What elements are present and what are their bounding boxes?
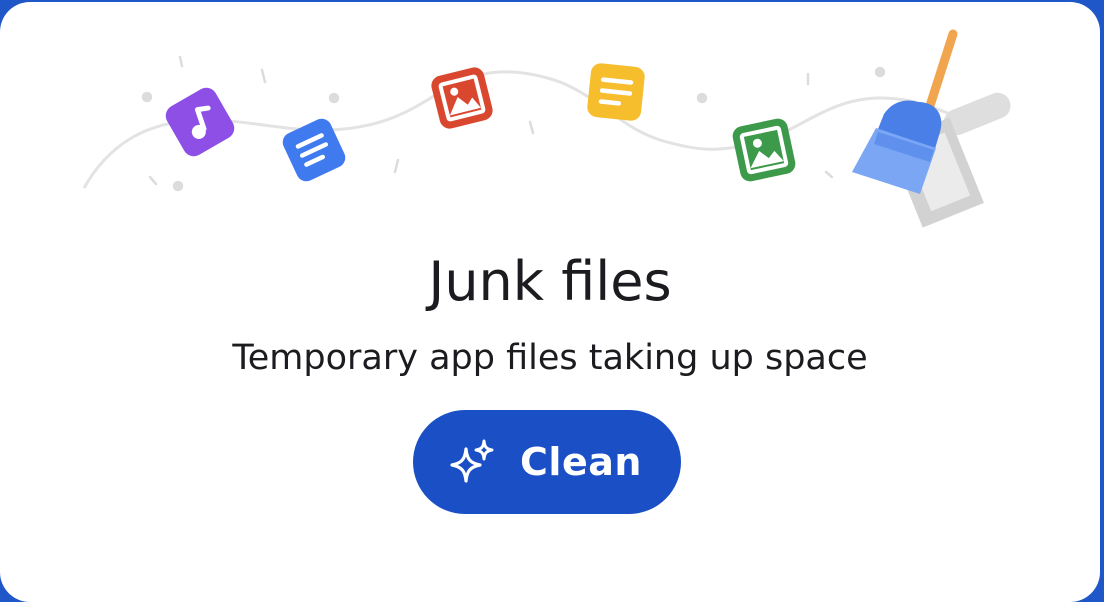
sparkle-icon bbox=[446, 435, 500, 489]
page-subtitle: Temporary app files taking up space bbox=[232, 338, 868, 378]
image-file-icon-green bbox=[732, 118, 796, 182]
doc-file-icon bbox=[282, 118, 346, 182]
junk-files-card: Junk files Temporary app files taking up… bbox=[0, 2, 1100, 602]
junk-illustration bbox=[82, 29, 1011, 228]
audio-file-icon bbox=[165, 87, 235, 157]
page-title: Junk files bbox=[428, 250, 672, 313]
clean-button[interactable]: Clean bbox=[413, 410, 681, 514]
notes-file-icon bbox=[587, 63, 645, 121]
clean-button-label: Clean bbox=[520, 440, 642, 484]
